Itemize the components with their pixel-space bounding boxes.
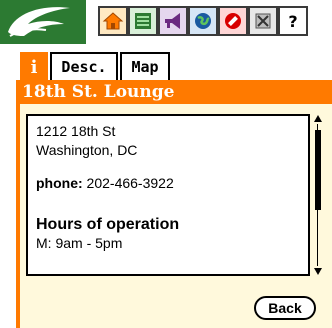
phone-label: phone: [36,175,83,191]
scroll-thumb[interactable] [315,130,321,210]
toolbar: ? [0,0,332,44]
globe-button[interactable] [188,6,218,36]
globe-icon [195,13,211,29]
megaphone-icon [165,13,180,29]
home-button[interactable] [98,6,128,36]
no-entry-icon [225,13,241,29]
scroll-down-arrow-icon[interactable] [313,266,323,276]
back-button-label: Back [268,300,302,316]
home-icon [102,12,124,30]
phone-line: phone: 202-466-3922 [36,174,300,193]
tab-description-label: Desc. [61,58,107,76]
venue-title: 18th St. Lounge [16,80,332,104]
address-line-1: 1212 18th St [36,123,116,139]
tab-map[interactable]: Map [120,52,170,80]
phone-number[interactable]: 202-466-3922 [87,175,174,191]
tab-map-label: Map [131,58,159,76]
tab-bar: i Desc. Map [0,52,332,82]
tab-description[interactable]: Desc. [50,52,118,80]
hours-line-1: M: 9am - 5pm [36,235,123,251]
announce-button[interactable] [158,6,188,36]
tab-info-label: i [30,56,38,78]
eagle-logo-icon [8,7,70,37]
tools-button[interactable] [248,6,278,36]
app-logo[interactable] [0,0,86,44]
list-button[interactable] [128,6,158,36]
scroll-up-arrow-icon[interactable] [313,114,323,124]
app-screen: ? i Desc. Map 18th St. Lounge 1212 18th … [0,0,332,328]
help-label: ? [288,11,298,31]
hours-heading: Hours of operation [36,216,180,233]
tab-info[interactable]: i [20,52,48,82]
back-button[interactable]: Back [254,296,316,320]
list-icon [135,13,151,29]
stop-button[interactable] [218,6,248,36]
tools-icon [255,13,271,29]
details-textbox[interactable]: 1212 18th St Washington, DC phone: 202-4… [26,114,310,276]
address-line-2: Washington, DC [36,142,138,158]
help-button[interactable]: ? [278,6,308,36]
details-scrollbar[interactable] [312,114,324,276]
